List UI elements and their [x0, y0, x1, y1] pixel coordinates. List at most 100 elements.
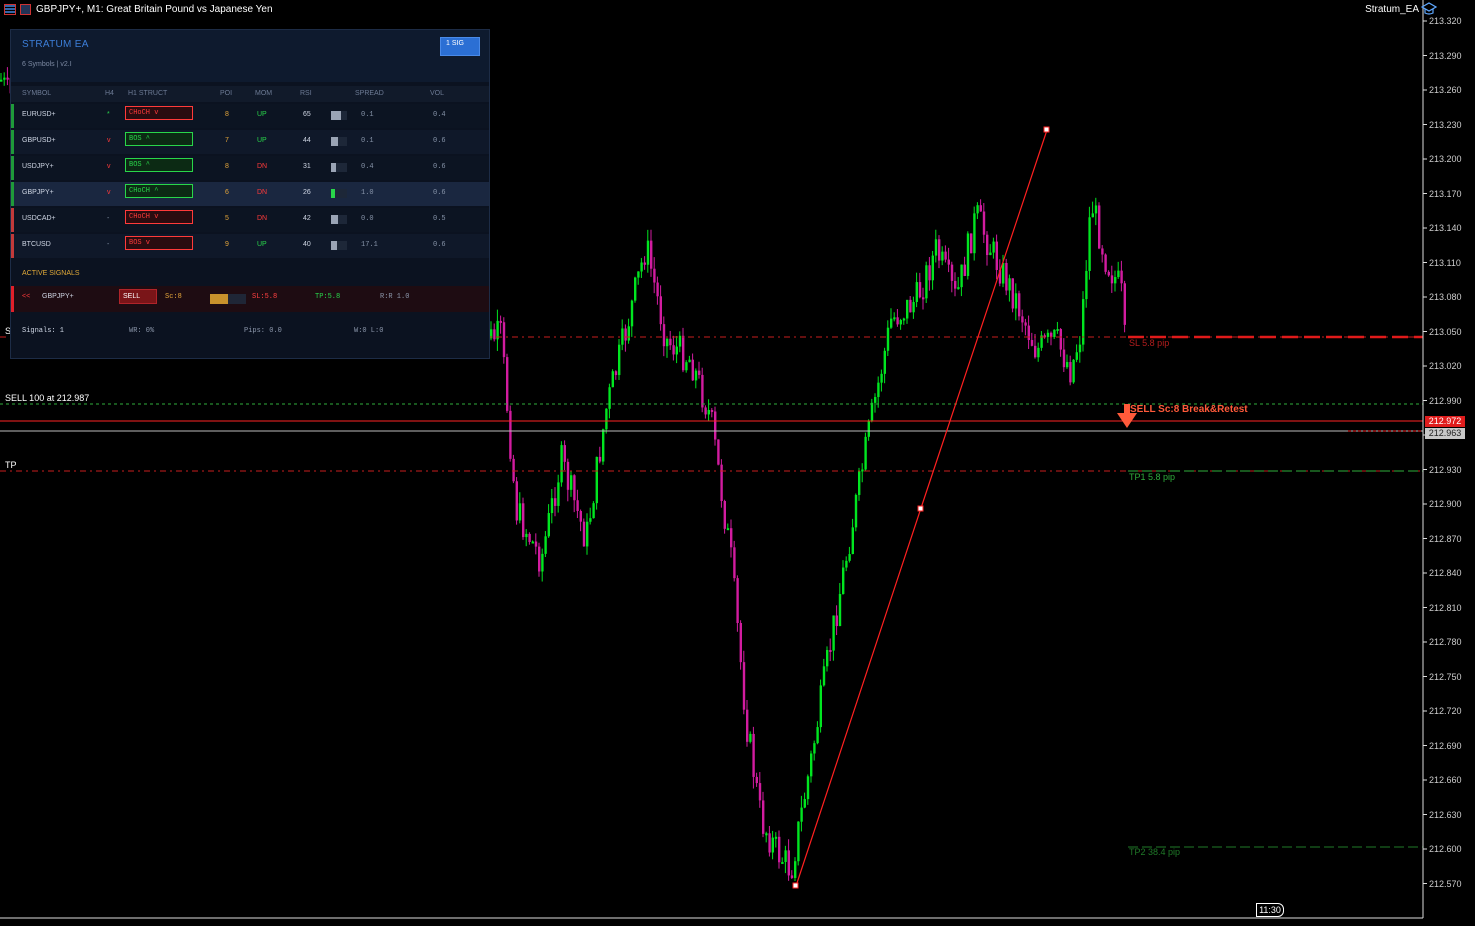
dashboard-subtitle: 6 Symbols | v2.I [22, 61, 72, 68]
row-symbol: USDCAD+ [22, 215, 56, 222]
row-symbol: USDJPY+ [22, 163, 54, 170]
col-symbol: SYMBOL [22, 90, 52, 97]
candle-body [659, 296, 662, 325]
row-struct: CHoCH ^ [125, 184, 193, 198]
table-row[interactable]: USDJPY+ v BOS ^ 8 DN 31 0.4 0.6 [11, 156, 489, 180]
candle-body [886, 327, 890, 351]
candle-body [749, 733, 752, 742]
candle-body [1050, 332, 1053, 338]
candle-body [829, 650, 832, 653]
candle-body [982, 211, 986, 235]
candle-body [547, 513, 550, 537]
candle-body [906, 299, 909, 319]
candle-body [515, 481, 518, 521]
candle-body [557, 482, 560, 506]
rsi-bar [331, 111, 347, 120]
graduation-cap-icon[interactable] [1421, 2, 1437, 16]
row-vol: 0.6 [433, 163, 446, 171]
signal-rr: R:R 1.0 [380, 293, 410, 301]
candle-body [797, 821, 800, 862]
candle-body [1091, 213, 1094, 218]
candle-body [861, 469, 864, 472]
candle-body [1078, 344, 1082, 353]
price-axis-label: 213.080 [1429, 292, 1462, 302]
candle-body [896, 317, 899, 325]
candle-body [1021, 316, 1024, 323]
stratum-dashboard[interactable]: STRATUM EA 6 Symbols | v2.I 1 SIG SYMBOL… [10, 29, 490, 359]
chart-window-icon[interactable] [4, 3, 16, 15]
candle-body [717, 439, 720, 465]
dashboard-header: STRATUM EA 6 Symbols | v2.I 1 SIG [11, 30, 489, 82]
active-signal-row[interactable]: << GBPJPY+ SELL Sc:8 SL:5.8 TP:5.8 R:R 1… [11, 286, 489, 312]
candle-body [803, 799, 806, 808]
candle-body [947, 259, 950, 265]
candle-body [691, 359, 694, 381]
candle-body [611, 371, 614, 388]
rsi-bar [331, 163, 347, 172]
candle-body [1088, 217, 1091, 271]
col-rsi: RSI [300, 90, 312, 97]
candle-body [1072, 359, 1075, 383]
row-spread: 1.0 [361, 189, 374, 197]
dashboard-title: STRATUM EA [22, 39, 89, 50]
row-symbol: BTCUSD [22, 241, 51, 248]
chart-icon-2[interactable] [20, 3, 31, 15]
candle-body [902, 318, 906, 321]
candle-body [493, 329, 496, 340]
candle-body [522, 503, 525, 538]
candle-body [755, 776, 758, 784]
candle-body [800, 807, 803, 822]
table-row[interactable]: USDCAD+ - CHoCH v 5 DN 42 0.0 0.5 [11, 208, 489, 232]
price-axis-label: 213.260 [1429, 85, 1462, 95]
bid-price-tag: 212.972 [1425, 416, 1465, 427]
signal-side-badge: SELL [119, 289, 157, 304]
candle-body [970, 233, 973, 254]
table-row[interactable]: GBPUSD+ v BOS ^ 7 UP 44 0.1 0.6 [11, 130, 489, 154]
row-accent [11, 234, 14, 258]
rsi-bar [331, 137, 347, 146]
table-row[interactable]: EURUSD+ * CHoCH v 8 UP 65 0.1 0.4 [11, 104, 489, 128]
candle-body [819, 685, 822, 728]
row-accent [11, 208, 14, 232]
candle-body [650, 240, 653, 269]
signal-count-badge[interactable]: 1 SIG [440, 37, 480, 56]
candle-body [774, 836, 778, 839]
candle-body [3, 77, 6, 80]
row-poi: 8 [225, 163, 229, 170]
row-h4: - [107, 241, 110, 248]
rsi-bar-fill [331, 189, 335, 198]
candle-body [816, 727, 819, 744]
candle-body [784, 850, 787, 863]
candle-body [730, 528, 733, 548]
col-spread: SPREAD [355, 90, 384, 97]
candle-body [870, 402, 874, 422]
price-axis-label: 212.750 [1429, 671, 1462, 682]
candle-body [944, 251, 947, 260]
trend-anchor-low [792, 882, 799, 889]
table-row[interactable]: BTCUSD - BOS v 9 UP 40 17.1 0.6 [11, 234, 489, 258]
candle-body [669, 338, 672, 346]
candle-body [701, 374, 704, 408]
row-accent [11, 156, 14, 180]
row-rsi: 26 [303, 189, 311, 196]
stat-wl: W:0 L:0 [354, 327, 384, 335]
candle-body [582, 521, 586, 547]
candle-body [592, 503, 595, 519]
candle-body [1082, 299, 1085, 345]
candle-body [714, 411, 717, 440]
candle-body [627, 326, 630, 341]
candle-body [646, 240, 650, 265]
candle-body [992, 241, 995, 253]
row-symbol: GBPUSD+ [22, 137, 56, 144]
candle-body [813, 743, 816, 754]
row-poi: 8 [225, 111, 229, 118]
signal-label: SELL Sc:8 Break&Retest [1130, 404, 1248, 415]
ask-price-tag: 212.963 [1425, 428, 1465, 439]
candle-body [704, 407, 707, 415]
price-axis-label: 212.840 [1429, 568, 1462, 578]
candle-body [1069, 362, 1072, 383]
row-rsi: 40 [303, 241, 311, 248]
sell-order-label[interactable]: SELL 100 at 212.987 [5, 393, 89, 403]
candle-body [925, 265, 928, 299]
table-row[interactable]: GBPJPY+ v CHoCH ^ 6 DN 26 1.0 0.6 [11, 182, 489, 206]
